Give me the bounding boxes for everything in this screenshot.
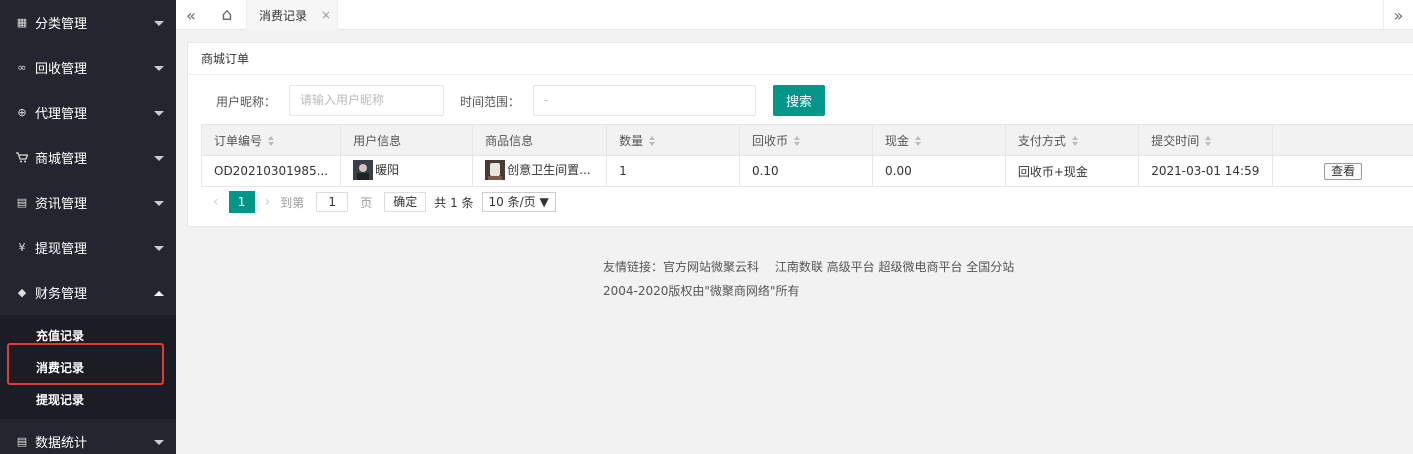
goto-label: 到第	[280, 195, 305, 210]
search-button[interactable]: 搜索	[773, 85, 825, 116]
nickname-input[interactable]: 请输入用户昵称	[289, 85, 444, 116]
nav-label: 财务管理	[35, 287, 88, 302]
sort-icon[interactable]	[915, 136, 922, 146]
sort-icon[interactable]	[649, 136, 656, 146]
nav-item-category[interactable]: ▦ 分类管理	[0, 0, 176, 45]
tab-bar: « ⌂ 消费记录 × »	[176, 0, 1413, 30]
orders-card: 商城订单 用户昵称： 请输入用户昵称 时间范围： - 搜索 订单编号 用户信息 …	[187, 42, 1413, 227]
chevron-down-icon	[154, 200, 164, 206]
nav-item-agent[interactable]: ⊕ 代理管理	[0, 90, 176, 135]
table-header-row: 订单编号 用户信息 商品信息 数量 回收币 现金 支付方式 提交时间	[200, 124, 1413, 156]
nav-label: 商城管理	[35, 152, 88, 167]
chevron-down-icon	[154, 155, 164, 161]
view-button[interactable]: 查看	[1324, 162, 1363, 180]
pagination: ‹ 1 › 到第 1 页 确定 共 1 条 10 条/页 ▼	[213, 191, 556, 213]
nav-label: 分类管理	[35, 17, 88, 32]
nav-label: 代理管理	[35, 107, 88, 122]
col-user: 用户信息	[340, 124, 474, 156]
avatar	[353, 159, 374, 180]
home-icon[interactable]: ⌂	[212, 0, 242, 30]
total-count: 共 1 条	[434, 195, 474, 210]
chevron-down-icon	[154, 20, 164, 26]
diamond-icon: ◆	[17, 286, 27, 299]
col-cash[interactable]: 现金	[872, 124, 1006, 156]
chevron-up-icon	[154, 290, 164, 296]
chevron-down-icon	[154, 110, 164, 116]
tab-consumption[interactable]: 消费记录 ×	[246, 0, 338, 30]
tab-label: 消费记录	[259, 8, 308, 23]
confirm-page-button[interactable]: 确定	[384, 192, 427, 212]
chevron-down-icon	[154, 245, 164, 251]
col-product: 商品信息	[472, 124, 608, 156]
sort-icon[interactable]	[793, 136, 801, 146]
table-row: OD20210301985... 暖阳 创意卫生间置... 1 0.10 0.0…	[200, 155, 1413, 187]
plus-circle-icon: ⊕	[17, 106, 27, 119]
highlight-annotation	[7, 343, 164, 385]
time-range-input[interactable]: -	[533, 85, 756, 116]
product-name: 创意卫生间置...	[507, 163, 591, 177]
sort-icon[interactable]	[268, 136, 275, 146]
nickname-label: 用户昵称：	[216, 95, 277, 109]
cell-product: 创意卫生间置...	[472, 155, 608, 187]
col-coin[interactable]: 回收币	[738, 124, 874, 156]
infinity-icon: ∞	[17, 61, 27, 74]
nav-item-news[interactable]: ▤ 资讯管理	[0, 180, 176, 225]
chevron-down-icon	[154, 439, 164, 445]
sort-icon[interactable]	[1205, 136, 1212, 146]
col-order-no[interactable]: 订单编号	[200, 124, 342, 156]
nav-item-finance[interactable]: ◆ 财务管理	[0, 270, 176, 315]
col-action	[1272, 124, 1413, 156]
page-input[interactable]: 1	[316, 192, 349, 212]
expand-tabs-icon[interactable]: »	[1383, 0, 1413, 30]
col-time[interactable]: 提交时间	[1138, 124, 1274, 156]
cell-qty: 1	[606, 155, 740, 187]
col-pay[interactable]: 支付方式	[1004, 124, 1140, 156]
collapse-sidebar-icon[interactable]: «	[176, 0, 206, 30]
copyright: 2004-2020版权由"微聚商网络"所有	[603, 284, 800, 298]
page-size-select[interactable]: 10 条/页 ▼	[481, 192, 556, 212]
orders-table: 订单编号 用户信息 商品信息 数量 回收币 现金 支付方式 提交时间 OD202…	[200, 124, 1413, 187]
user-name: 暖阳	[375, 163, 400, 177]
cell-pay: 回收币+现金	[1004, 155, 1140, 187]
footer: 友情链接：官方网站微聚云科 江南数联 高级平台 超级微电商平台 全国分站 200…	[603, 255, 1014, 303]
page-current[interactable]: 1	[228, 191, 255, 213]
nav-label: 回收管理	[35, 62, 88, 77]
product-thumbnail	[485, 159, 506, 180]
cell-time: 2021-03-01 14:59	[1138, 155, 1274, 187]
prev-page-icon[interactable]: ‹	[213, 194, 219, 210]
document-icon: ▤	[16, 435, 28, 448]
friend-links[interactable]: 友情链接：官方网站微聚云科 江南数联 高级平台 超级微电商平台 全国分站	[603, 255, 1014, 279]
nav-item-withdraw[interactable]: ¥ 提现管理	[0, 225, 176, 270]
time-range-label: 时间范围：	[460, 95, 521, 109]
filter-bar: 用户昵称： 请输入用户昵称 时间范围： - 搜索	[188, 85, 1413, 117]
nav-label: 资讯管理	[35, 197, 88, 212]
chevron-down-icon	[154, 65, 164, 71]
cell-order-no: OD20210301985...	[200, 155, 342, 187]
yen-circle-icon: ¥	[18, 241, 26, 254]
sidebar: ▦ 分类管理 ∞ 回收管理 ⊕ 代理管理 商城管理 ▤ 资讯管理 ¥ 提现管理 …	[0, 0, 176, 454]
cell-user: 暖阳	[340, 155, 474, 187]
cart-icon	[16, 152, 28, 164]
nav-item-recycle[interactable]: ∞ 回收管理	[0, 45, 176, 90]
sub-item-withdraw-record[interactable]: 提现记录	[0, 383, 176, 415]
cell-coin: 0.10	[738, 155, 874, 187]
close-icon[interactable]: ×	[321, 8, 331, 22]
cell-action: 查看	[1272, 155, 1413, 187]
next-page-icon[interactable]: ›	[265, 194, 271, 210]
nav-label: 数据统计	[35, 436, 88, 451]
document-icon: ▤	[16, 196, 28, 209]
grid-icon: ▦	[16, 16, 28, 29]
nav-item-statistics[interactable]: ▤ 数据统计	[0, 419, 176, 454]
page-unit-label: 页	[360, 195, 373, 210]
col-qty[interactable]: 数量	[606, 124, 740, 156]
nav-label: 提现管理	[35, 242, 88, 257]
cell-cash: 0.00	[872, 155, 1006, 187]
sort-icon[interactable]	[1071, 136, 1079, 146]
card-title: 商城订单	[188, 43, 1413, 75]
nav-item-mall[interactable]: 商城管理	[0, 135, 176, 180]
